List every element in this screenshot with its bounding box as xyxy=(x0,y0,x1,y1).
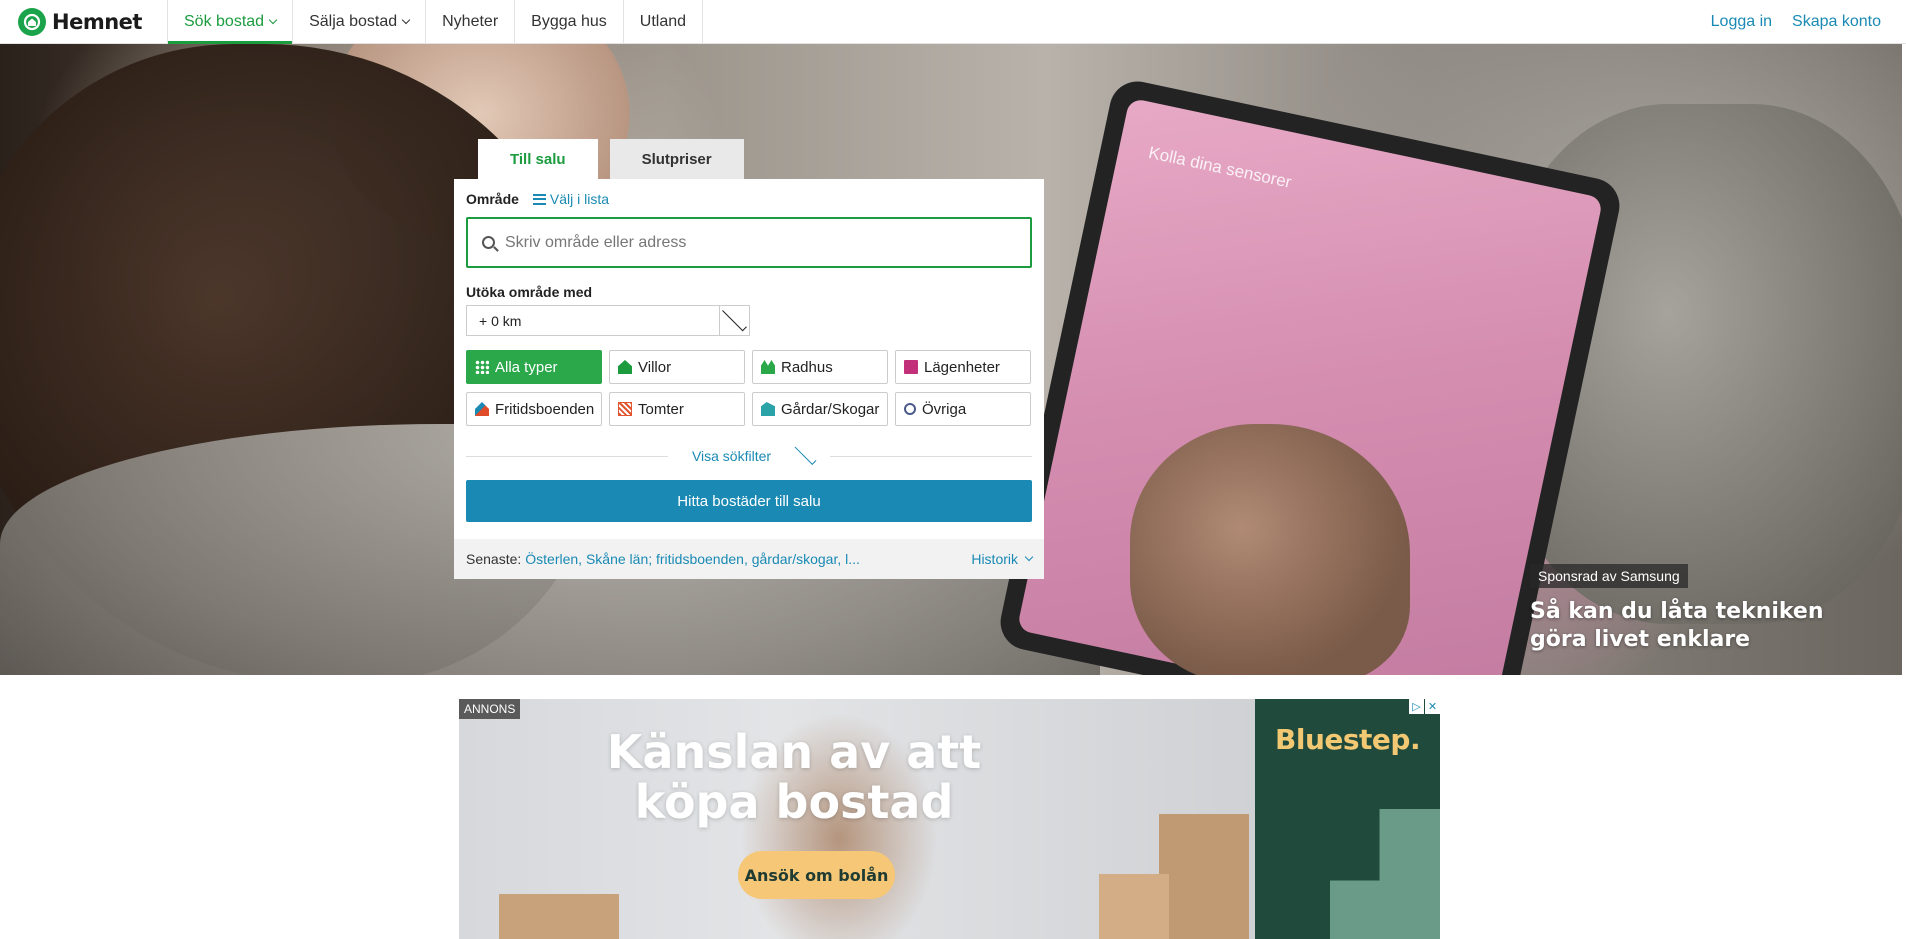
dropdown-toggle[interactable] xyxy=(719,306,749,335)
type-label: Radhus xyxy=(781,358,833,376)
list-icon xyxy=(532,193,546,205)
nav-label: Sälja bostad xyxy=(309,12,398,30)
ad-cta-button[interactable]: Ansök om bolån xyxy=(738,851,895,899)
property-types: Alla typer Villor Radhus Lägenheter Frit… xyxy=(466,350,1032,426)
nav-nyheter[interactable]: Nyheter xyxy=(425,0,514,43)
ad-brand-panel: Bluestep. xyxy=(1255,699,1440,939)
search-input[interactable] xyxy=(505,233,1030,252)
type-label: Villor xyxy=(638,358,672,376)
history-toggle[interactable]: Historik xyxy=(971,551,1034,567)
account-links: Logga in Skapa konto xyxy=(1711,0,1906,43)
type-label: Alla typer xyxy=(495,358,558,376)
type-lagenheter[interactable]: Lägenheter xyxy=(895,350,1031,384)
sponsored-teaser[interactable]: Sponsrad av Samsung Så kan du låta tekni… xyxy=(1530,564,1870,654)
ad-controls: ▷ ✕ xyxy=(1409,699,1440,714)
ad-box-shape xyxy=(1099,874,1169,939)
expand-label: Utöka område med xyxy=(466,284,593,300)
chevron-down-icon xyxy=(722,306,747,331)
adchoices-icon[interactable]: ▷ xyxy=(1409,699,1424,714)
recent-search-link[interactable]: Österlen, Skåne län; fritidsboenden, går… xyxy=(525,551,860,567)
hero-hand xyxy=(1130,424,1410,675)
search-icon xyxy=(482,236,495,249)
nav-label: Utland xyxy=(639,12,687,30)
ad-label: ANNONS xyxy=(459,699,521,719)
type-tomter[interactable]: Tomter xyxy=(609,392,745,426)
history-label: Historik xyxy=(971,551,1018,567)
show-filters-label: Visa sökfilter xyxy=(679,448,784,464)
type-gardar-skogar[interactable]: Gårdar/Skogar xyxy=(752,392,888,426)
search-submit-button[interactable]: Hitta bostäder till salu xyxy=(466,480,1032,522)
filters-row: Visa sökfilter xyxy=(466,443,1032,466)
login-link[interactable]: Logga in xyxy=(1711,13,1772,31)
recent-searches: Senaste: Österlen, Skåne län; fritidsboe… xyxy=(454,539,1044,579)
type-villor[interactable]: Villor xyxy=(609,350,745,384)
logo-text: Hemnet xyxy=(52,9,142,34)
nav-bygga-hus[interactable]: Bygga hus xyxy=(514,0,623,43)
tab-till-salu[interactable]: Till salu xyxy=(478,139,598,179)
area-row: Område Välj i lista xyxy=(466,191,1032,207)
hemnet-logo[interactable]: Hemnet xyxy=(0,0,167,43)
expand-select[interactable]: + 0 km xyxy=(466,305,750,336)
type-ovriga[interactable]: Övriga xyxy=(895,392,1031,426)
search-field[interactable] xyxy=(466,217,1032,268)
ad-steps-graphic xyxy=(1330,809,1440,939)
nav-label: Sök bostad xyxy=(184,12,265,30)
type-label: Tomter xyxy=(638,400,684,418)
sponsor-tag: Sponsrad av Samsung xyxy=(1530,564,1688,588)
other-icon xyxy=(904,403,916,415)
recent-label: Senaste: xyxy=(466,551,522,567)
nav-label: Nyheter xyxy=(442,12,499,30)
search-panel: Område Välj i lista Utöka område med + 0… xyxy=(454,179,1044,579)
type-radhus[interactable]: Radhus xyxy=(752,350,888,384)
grid-icon xyxy=(475,360,489,374)
rowhouse-icon xyxy=(761,360,775,374)
top-nav: Hemnet Sök bostad Sälja bostad Nyheter B… xyxy=(0,0,1906,44)
chevron-down-icon xyxy=(794,443,817,465)
ad-headline: Känslan av att köpa bostad xyxy=(606,725,982,829)
signup-link[interactable]: Skapa konto xyxy=(1792,13,1881,31)
chevron-down-icon xyxy=(268,15,278,24)
area-label: Område xyxy=(466,191,519,207)
close-icon[interactable]: ✕ xyxy=(1425,699,1440,714)
house-icon xyxy=(618,360,632,374)
search-tabs: Till salu Slutpriser xyxy=(478,139,744,179)
ad-box-shape xyxy=(499,894,619,939)
tab-slutpriser[interactable]: Slutpriser xyxy=(609,139,744,179)
apartment-icon xyxy=(904,360,918,374)
choose-from-list-link[interactable]: Välj i lista xyxy=(532,191,610,207)
farm-icon xyxy=(761,402,775,416)
type-label: Gårdar/Skogar xyxy=(781,400,880,418)
sponsor-title[interactable]: Så kan du låta tekniken göra livet enkla… xyxy=(1530,598,1870,654)
show-filters-link[interactable]: Visa sökfilter xyxy=(667,443,831,465)
nav-utland[interactable]: Utland xyxy=(622,0,704,43)
tablet-title: Kolla dina sensorer xyxy=(1146,142,1294,192)
expand-value: + 0 km xyxy=(479,312,522,329)
type-label: Fritidsboenden xyxy=(495,400,595,418)
chevron-down-icon xyxy=(401,15,411,24)
cabin-icon xyxy=(475,402,489,416)
type-label: Lägenheter xyxy=(924,358,1000,376)
type-alla-typer[interactable]: Alla typer xyxy=(466,350,602,384)
type-fritidsboenden[interactable]: Fritidsboenden xyxy=(466,392,602,426)
ad-brand-logo: Bluestep. xyxy=(1275,723,1421,756)
ad-banner[interactable]: ANNONS Känslan av att köpa bostad Ansök … xyxy=(459,699,1440,939)
lot-icon xyxy=(618,402,632,416)
ad-box-shape xyxy=(1159,814,1249,939)
chevron-down-icon xyxy=(1024,552,1034,562)
choose-from-list-label: Välj i lista xyxy=(549,191,610,207)
nav-label: Bygga hus xyxy=(531,12,607,30)
nav-sok-bostad[interactable]: Sök bostad xyxy=(167,0,293,44)
type-label: Övriga xyxy=(922,400,967,418)
hemnet-logo-icon xyxy=(18,7,46,36)
nav-salja-bostad[interactable]: Sälja bostad xyxy=(292,0,425,43)
